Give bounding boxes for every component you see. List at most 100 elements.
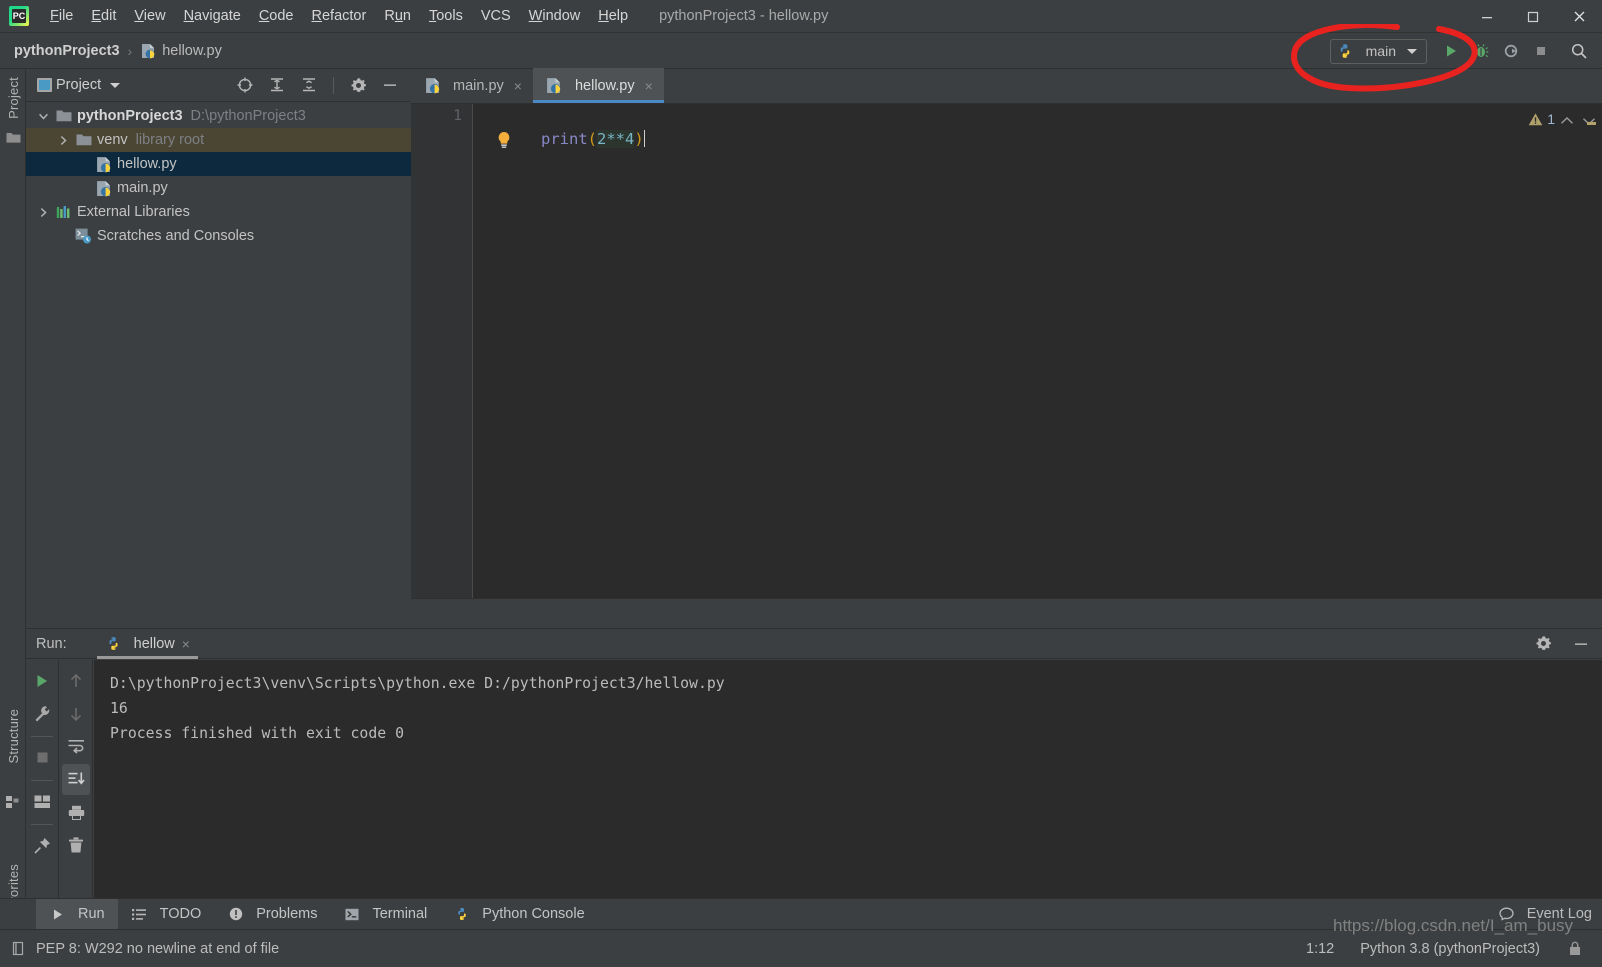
- breadcrumb-file[interactable]: hellow.py: [162, 43, 222, 59]
- chevron-up-icon[interactable]: [1556, 112, 1578, 130]
- stop-button[interactable]: [28, 742, 56, 773]
- minus-icon[interactable]: [375, 71, 405, 99]
- lock-icon[interactable]: [1566, 940, 1583, 957]
- tool-window-button-run[interactable]: Run: [36, 898, 118, 930]
- tool-window-button-todo[interactable]: TODO: [118, 899, 215, 930]
- menu-item-file[interactable]: File: [41, 5, 82, 27]
- edit-configuration-button[interactable]: [28, 698, 56, 729]
- menu-item-run[interactable]: Run: [375, 5, 420, 27]
- console-line: D:\pythonProject3\venv\Scripts\python.ex…: [110, 675, 725, 692]
- chevron-down-icon[interactable]: [1578, 112, 1600, 130]
- expand-all-button[interactable]: [262, 71, 292, 99]
- close-icon[interactable]: [1556, 0, 1602, 33]
- toolbar-divider: [333, 76, 334, 94]
- gutter-divider: [472, 104, 473, 598]
- select-opened-file-button[interactable]: [230, 71, 260, 99]
- close-icon[interactable]: ×: [182, 636, 190, 652]
- run-button[interactable]: [1436, 37, 1466, 65]
- tree-node-hellow-py[interactable]: hellow.py: [26, 152, 411, 176]
- menu-item-vcs[interactable]: VCS: [472, 5, 520, 27]
- layout-settings-button[interactable]: [28, 786, 56, 817]
- soft-wrap-button[interactable]: [62, 731, 90, 762]
- run-toolbar-primary: [26, 660, 59, 899]
- inspection-status-badge[interactable]: 1: [1528, 111, 1555, 127]
- menu-item-code[interactable]: Code: [250, 5, 303, 27]
- tree-node-external-libraries[interactable]: External Libraries: [26, 200, 411, 224]
- menu-item-help[interactable]: Help: [589, 5, 637, 27]
- chevron-right-icon[interactable]: [56, 133, 71, 148]
- editor-tab-main-py[interactable]: main.py ×: [411, 68, 533, 103]
- chevron-down-icon[interactable]: [36, 109, 51, 124]
- tree-node-venv[interactable]: venv library root: [26, 128, 411, 152]
- tree-node-scratches-and-consoles[interactable]: Scratches and Consoles: [26, 224, 411, 248]
- gear-icon[interactable]: [1528, 630, 1558, 658]
- code-editor[interactable]: 1 print(2**4) 1: [411, 104, 1602, 598]
- sidebar-item-structure[interactable]: Structure: [6, 709, 21, 764]
- folder-icon: [75, 132, 92, 149]
- tool-window-button-label: Python Console: [482, 906, 585, 922]
- editor-inspection-strip: 1: [1502, 104, 1602, 598]
- chevron-right-icon[interactable]: [36, 205, 51, 220]
- library-icon: [55, 204, 72, 221]
- lightbulb-icon[interactable]: [496, 131, 512, 149]
- pin-tab-button[interactable]: [28, 830, 56, 861]
- menu-item-edit[interactable]: Edit: [82, 5, 125, 27]
- scroll-to-end-button[interactable]: [62, 764, 90, 795]
- status-bar: PEP 8: W292 no newline at end of file 1:…: [0, 929, 1602, 967]
- tool-window-button-terminal[interactable]: Terminal: [330, 899, 440, 930]
- menu-item-window[interactable]: Window: [520, 5, 590, 27]
- gear-icon[interactable]: [343, 71, 373, 99]
- tree-node-pythonproject3[interactable]: pythonProject3 D:\pythonProject3: [26, 104, 411, 128]
- print-button[interactable]: [62, 797, 90, 828]
- minimize-icon[interactable]: [1464, 0, 1510, 33]
- editor-tab-hellow-py[interactable]: hellow.py ×: [532, 68, 664, 103]
- menu-item-view[interactable]: View: [125, 5, 174, 27]
- chevron-down-icon[interactable]: [110, 82, 121, 88]
- minus-icon[interactable]: [1566, 630, 1596, 658]
- maximize-icon[interactable]: [1510, 0, 1556, 33]
- project-panel-header: Project: [26, 69, 411, 102]
- search-everywhere-button[interactable]: [1564, 37, 1594, 65]
- terminal-icon: [343, 906, 360, 923]
- status-message: PEP 8: W292 no newline at end of file: [36, 940, 280, 957]
- clear-all-button[interactable]: [62, 830, 90, 861]
- close-icon[interactable]: ×: [514, 78, 522, 94]
- inspection-marker: [1587, 122, 1596, 125]
- editor-tab-bar: main.py × hellow.py ×: [411, 68, 1602, 104]
- tree-node-main-py[interactable]: main.py: [26, 176, 411, 200]
- tree-node-label: venv: [97, 132, 128, 148]
- text-caret: [643, 130, 646, 147]
- python-icon: [1337, 43, 1354, 60]
- run-configuration-selector[interactable]: main: [1329, 38, 1427, 64]
- python-icon: [453, 906, 470, 923]
- chevron-down-icon: [1407, 48, 1417, 54]
- project-window-icon: [37, 78, 52, 92]
- collapse-all-button[interactable]: [294, 71, 324, 99]
- sidebar-item-project[interactable]: Project: [6, 77, 21, 119]
- close-icon[interactable]: ×: [645, 78, 653, 94]
- pycharm-logo-text: PC: [12, 11, 26, 21]
- caret-position[interactable]: 1:12: [1306, 941, 1334, 957]
- run-tab-hellow[interactable]: hellow ×: [96, 629, 199, 659]
- down-the-stack-button[interactable]: [62, 698, 90, 729]
- interpreter-indicator[interactable]: Python 3.8 (pythonProject3): [1360, 941, 1540, 957]
- inspection-icon: [10, 940, 27, 957]
- menu-item-tools[interactable]: Tools: [420, 5, 472, 27]
- python-file-icon: [95, 180, 112, 197]
- stop-button[interactable]: [1526, 37, 1556, 65]
- up-the-stack-button[interactable]: [62, 665, 90, 696]
- tool-window-button-python-console[interactable]: Python Console: [440, 899, 597, 930]
- run-coverage-button[interactable]: [1496, 37, 1526, 65]
- run-panel-label: Run:: [36, 635, 67, 652]
- todo-icon: [131, 906, 148, 923]
- project-panel-toolbar: [230, 71, 405, 99]
- tool-window-button-problems[interactable]: Problems: [214, 899, 330, 930]
- rerun-button[interactable]: [28, 665, 56, 696]
- run-console-output[interactable]: D:\pythonProject3\venv\Scripts\python.ex…: [94, 660, 1602, 899]
- debug-button[interactable]: [1466, 37, 1496, 65]
- menu-item-navigate[interactable]: Navigate: [175, 5, 250, 27]
- event-log-button[interactable]: Event Log: [1498, 906, 1592, 923]
- breadcrumb-project[interactable]: pythonProject3: [14, 43, 120, 59]
- menu-item-refactor[interactable]: Refactor: [303, 5, 376, 27]
- navigation-bar: pythonProject3 › hellow.py main: [0, 33, 1602, 69]
